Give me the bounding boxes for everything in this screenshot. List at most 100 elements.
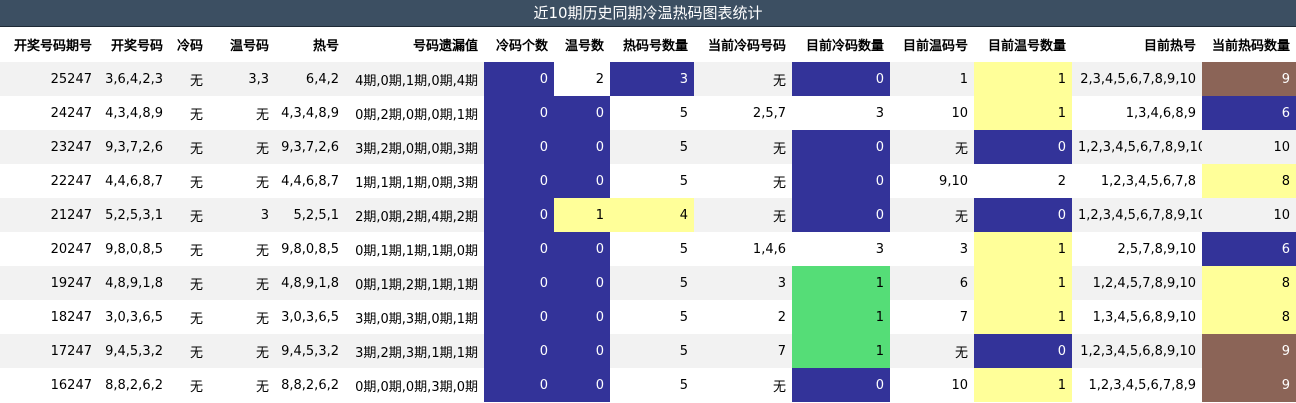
table-cell[interactable]: 1 — [792, 266, 890, 300]
table-cell[interactable]: 无 — [169, 62, 209, 96]
table-cell[interactable]: 3 — [792, 96, 890, 130]
table-cell[interactable]: 0 — [554, 266, 610, 300]
table-cell[interactable]: 5,2,5,3,1 — [98, 198, 169, 232]
table-cell[interactable]: 无 — [209, 164, 275, 198]
table-cell[interactable]: 5,2,5,1 — [275, 198, 345, 232]
table-cell[interactable]: 3,0,3,6,5 — [275, 300, 345, 334]
table-cell[interactable]: 9,8,0,8,5 — [275, 232, 345, 266]
column-header[interactable]: 当前冷码号码 — [694, 27, 792, 62]
table-cell[interactable]: 0 — [792, 164, 890, 198]
table-cell[interactable]: 17247 — [0, 334, 98, 368]
column-header[interactable]: 热码号数量 — [610, 27, 694, 62]
table-cell[interactable]: 0 — [484, 232, 554, 266]
table-cell[interactable]: 无 — [694, 130, 792, 164]
table-cell[interactable]: 0 — [554, 96, 610, 130]
table-cell[interactable]: 无 — [209, 96, 275, 130]
table-cell[interactable]: 1 — [974, 62, 1072, 96]
table-cell[interactable]: 1,2,3,4,5,6,7,8,9,10 — [1072, 198, 1202, 232]
table-cell[interactable]: 4,4,6,8,7 — [275, 164, 345, 198]
table-cell[interactable]: 无 — [169, 198, 209, 232]
table-cell[interactable]: 0 — [484, 96, 554, 130]
table-cell[interactable]: 无 — [209, 232, 275, 266]
table-cell[interactable]: 1 — [554, 198, 610, 232]
table-cell[interactable]: 20247 — [0, 232, 98, 266]
table-cell[interactable]: 5 — [610, 96, 694, 130]
table-cell[interactable]: 9 — [1202, 62, 1296, 96]
table-cell[interactable]: 0期,1期,1期,1期,0期 — [345, 232, 484, 266]
table-cell[interactable]: 2,5,7 — [694, 96, 792, 130]
table-cell[interactable]: 1期,1期,1期,0期,3期 — [345, 164, 484, 198]
table-cell[interactable]: 6 — [1202, 96, 1296, 130]
table-cell[interactable]: 无 — [209, 300, 275, 334]
table-cell[interactable]: 7 — [890, 300, 974, 334]
table-cell[interactable]: 4,3,4,8,9 — [275, 96, 345, 130]
table-cell[interactable]: 1 — [974, 300, 1072, 334]
table-cell[interactable]: 4,4,6,8,7 — [98, 164, 169, 198]
table-cell[interactable]: 0期,0期,0期,3期,0期 — [345, 368, 484, 402]
table-cell[interactable]: 0 — [554, 232, 610, 266]
table-cell[interactable]: 无 — [890, 130, 974, 164]
table-cell[interactable]: 0 — [554, 164, 610, 198]
table-cell[interactable]: 无 — [169, 96, 209, 130]
table-cell[interactable]: 2 — [974, 164, 1072, 198]
column-header[interactable]: 冷码个数 — [484, 27, 554, 62]
table-cell[interactable]: 25247 — [0, 62, 98, 96]
table-cell[interactable]: 0 — [484, 300, 554, 334]
table-cell[interactable]: 无 — [169, 164, 209, 198]
table-cell[interactable]: 0 — [484, 266, 554, 300]
table-cell[interactable]: 1 — [792, 300, 890, 334]
table-cell[interactable]: 1 — [890, 62, 974, 96]
table-cell[interactable]: 0 — [484, 334, 554, 368]
table-cell[interactable]: 1,3,4,5,6,8,9,10 — [1072, 300, 1202, 334]
table-cell[interactable]: 9,4,5,3,2 — [98, 334, 169, 368]
table-cell[interactable]: 无 — [694, 198, 792, 232]
table-cell[interactable]: 0 — [792, 130, 890, 164]
table-cell[interactable]: 8,8,2,6,2 — [275, 368, 345, 402]
table-cell[interactable]: 无 — [209, 130, 275, 164]
table-cell[interactable]: 无 — [169, 300, 209, 334]
column-header[interactable]: 当前热码数量 — [1202, 27, 1296, 62]
column-header[interactable]: 热号 — [275, 27, 345, 62]
table-cell[interactable]: 10 — [890, 96, 974, 130]
table-cell[interactable]: 3 — [209, 198, 275, 232]
table-cell[interactable]: 无 — [169, 368, 209, 402]
table-cell[interactable]: 4,3,4,8,9 — [98, 96, 169, 130]
column-header[interactable]: 开奖号码 — [98, 27, 169, 62]
table-cell[interactable]: 5 — [610, 164, 694, 198]
table-cell[interactable]: 9,3,7,2,6 — [98, 130, 169, 164]
table-cell[interactable]: 6 — [890, 266, 974, 300]
table-cell[interactable]: 2,3,4,5,6,7,8,9,10 — [1072, 62, 1202, 96]
table-cell[interactable]: 1 — [974, 232, 1072, 266]
table-cell[interactable]: 2 — [554, 62, 610, 96]
table-cell[interactable]: 无 — [169, 130, 209, 164]
column-header[interactable]: 温号数 — [554, 27, 610, 62]
column-header[interactable]: 目前温号数量 — [974, 27, 1072, 62]
column-header[interactable]: 开奖号码期号 — [0, 27, 98, 62]
table-cell[interactable]: 无 — [169, 334, 209, 368]
table-cell[interactable]: 0 — [974, 198, 1072, 232]
table-cell[interactable]: 0 — [484, 62, 554, 96]
column-header[interactable]: 温号码 — [209, 27, 275, 62]
table-cell[interactable]: 4,8,9,1,8 — [98, 266, 169, 300]
table-cell[interactable]: 1,2,3,4,5,6,7,8 — [1072, 164, 1202, 198]
table-cell[interactable]: 3期,2期,3期,1期,1期 — [345, 334, 484, 368]
table-cell[interactable]: 0 — [484, 164, 554, 198]
table-cell[interactable]: 3,3 — [209, 62, 275, 96]
table-cell[interactable]: 1 — [974, 368, 1072, 402]
table-cell[interactable]: 1,2,3,4,5,6,8,9,10 — [1072, 334, 1202, 368]
table-cell[interactable]: 3 — [694, 266, 792, 300]
table-cell[interactable]: 4期,0期,1期,0期,4期 — [345, 62, 484, 96]
table-cell[interactable]: 2 — [694, 300, 792, 334]
table-cell[interactable]: 1,2,4,5,7,8,9,10 — [1072, 266, 1202, 300]
table-cell[interactable]: 1,4,6 — [694, 232, 792, 266]
table-cell[interactable]: 8 — [1202, 164, 1296, 198]
table-cell[interactable]: 23247 — [0, 130, 98, 164]
table-cell[interactable]: 5 — [610, 232, 694, 266]
table-cell[interactable]: 9 — [1202, 334, 1296, 368]
table-cell[interactable]: 0 — [792, 368, 890, 402]
table-cell[interactable]: 9,10 — [890, 164, 974, 198]
table-cell[interactable]: 0 — [792, 62, 890, 96]
table-cell[interactable]: 无 — [890, 198, 974, 232]
table-cell[interactable]: 2期,0期,2期,4期,2期 — [345, 198, 484, 232]
table-cell[interactable]: 22247 — [0, 164, 98, 198]
